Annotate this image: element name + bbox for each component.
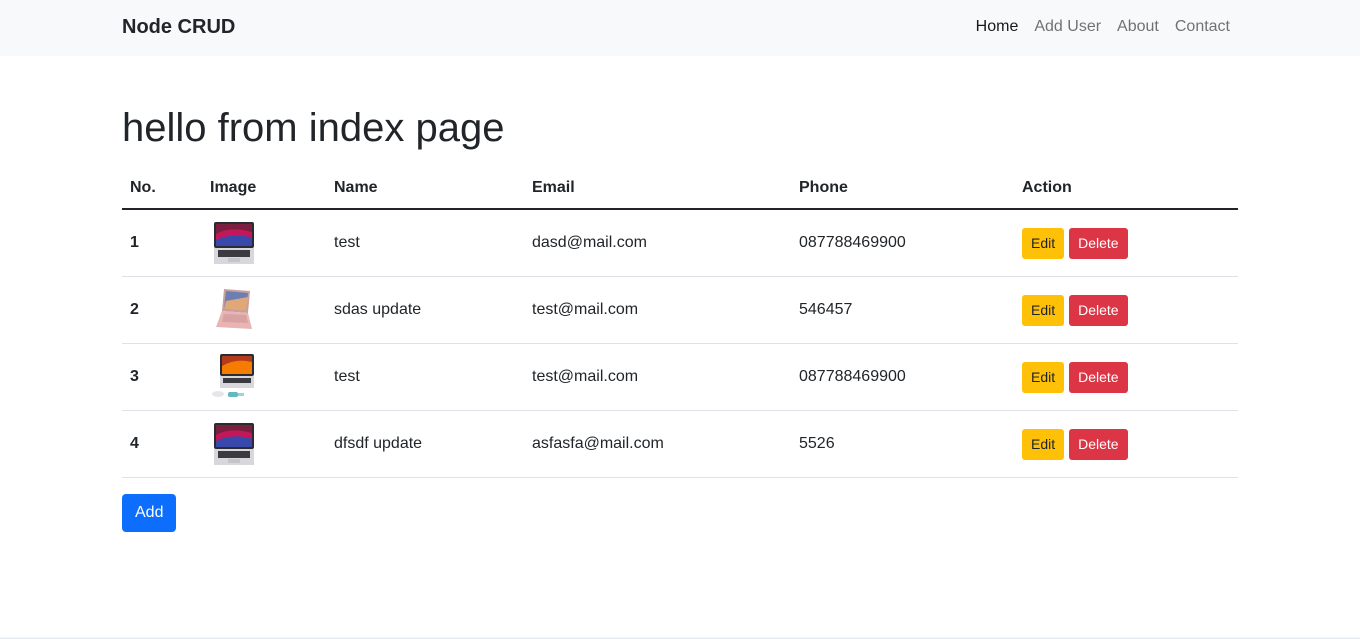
row-phone: 087788469900 bbox=[799, 234, 906, 251]
table-row: 4 dfsdf update asfasfa@mail.com 5526 Edi… bbox=[122, 411, 1238, 478]
delete-button[interactable]: Delete bbox=[1069, 428, 1128, 460]
row-image-cell bbox=[202, 354, 326, 400]
delete-button[interactable]: Delete bbox=[1069, 227, 1128, 259]
row-number: 4 bbox=[130, 435, 139, 452]
laptop-pink-icon bbox=[216, 289, 252, 329]
row-image-cell bbox=[202, 421, 326, 467]
laptop-dark-icon bbox=[214, 222, 254, 264]
edit-button[interactable]: Edit bbox=[1022, 428, 1065, 460]
table-header: No. Image Name Email Phone Action bbox=[122, 168, 1238, 210]
add-button[interactable]: Add bbox=[122, 494, 177, 532]
header-action: Action bbox=[1022, 179, 1072, 196]
row-name: sdas update bbox=[334, 301, 422, 318]
edit-button[interactable]: Edit bbox=[1022, 227, 1065, 259]
row-number: 2 bbox=[130, 301, 139, 318]
row-email: test@mail.com bbox=[532, 368, 639, 385]
edit-button[interactable]: Edit bbox=[1022, 361, 1065, 393]
laptop-mouse-icon bbox=[212, 354, 254, 397]
row-actions: Edit Delete bbox=[1014, 428, 1238, 460]
nav-link-home[interactable]: Home bbox=[976, 18, 1019, 36]
header-image: Image bbox=[210, 179, 257, 196]
row-actions: Edit Delete bbox=[1014, 294, 1238, 326]
row-number: 1 bbox=[130, 234, 139, 251]
navbar: Node CRUD Home Add User About Contact bbox=[0, 0, 1360, 56]
nav-link-about[interactable]: About bbox=[1117, 18, 1159, 36]
row-phone: 5526 bbox=[799, 435, 835, 452]
page-bottom-edge bbox=[0, 633, 1360, 639]
row-phone: 087788469900 bbox=[799, 368, 906, 385]
nav-link-add-user[interactable]: Add User bbox=[1034, 18, 1101, 36]
nav-links: Home Add User About Contact bbox=[960, 18, 1230, 36]
row-image-cell bbox=[202, 287, 326, 333]
delete-button[interactable]: Delete bbox=[1069, 294, 1128, 326]
laptop-dark-icon bbox=[214, 423, 254, 465]
row-name: test bbox=[334, 234, 360, 251]
row-email: asfasfa@mail.com bbox=[532, 435, 664, 452]
edit-button[interactable]: Edit bbox=[1022, 294, 1065, 326]
users-table: No. Image Name Email Phone Action 1 test… bbox=[122, 168, 1238, 478]
header-name: Name bbox=[334, 179, 378, 196]
table-row: 1 test dasd@mail.com 087788469900 Edit D… bbox=[122, 210, 1238, 277]
row-name: dfsdf update bbox=[334, 435, 423, 452]
header-phone: Phone bbox=[799, 179, 848, 196]
row-email: dasd@mail.com bbox=[532, 234, 647, 251]
row-actions: Edit Delete bbox=[1014, 227, 1238, 259]
row-number: 3 bbox=[130, 368, 139, 385]
page-title: hello from index page bbox=[122, 106, 505, 150]
row-phone: 546457 bbox=[799, 301, 853, 318]
row-actions: Edit Delete bbox=[1014, 361, 1238, 393]
row-name: test bbox=[334, 368, 360, 385]
nav-link-contact[interactable]: Contact bbox=[1175, 18, 1230, 36]
header-no: No. bbox=[130, 179, 156, 196]
navbar-brand[interactable]: Node CRUD bbox=[122, 16, 235, 39]
header-email: Email bbox=[532, 179, 575, 196]
row-image-cell bbox=[202, 220, 326, 266]
delete-button[interactable]: Delete bbox=[1069, 361, 1128, 393]
table-row: 3 test test@mail.com 087788469900 Edit D… bbox=[122, 344, 1238, 411]
table-row: 2 sdas update test@mail.com 546457 Edit … bbox=[122, 277, 1238, 344]
row-email: test@mail.com bbox=[532, 301, 639, 318]
